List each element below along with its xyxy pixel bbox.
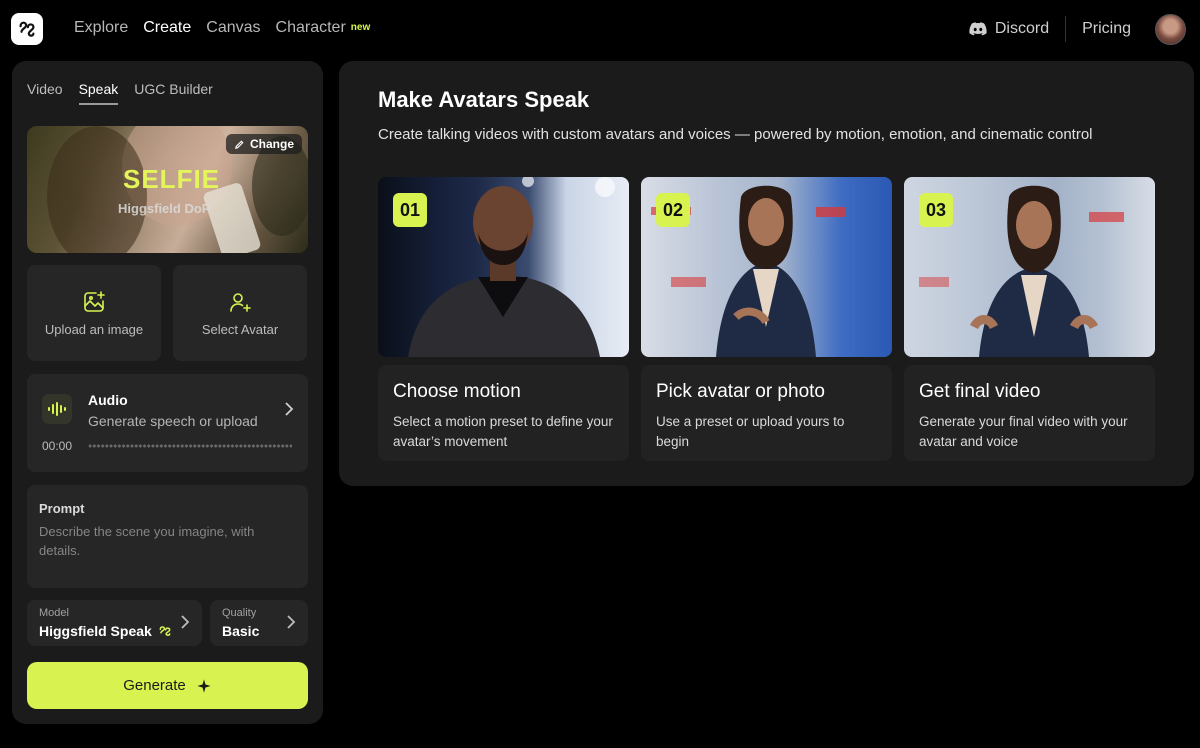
nav-right: Discord Pricing: [969, 13, 1186, 45]
model-value: Higgsfield Speak: [39, 623, 152, 639]
sparkle-icon: [197, 678, 211, 693]
discord-icon: [969, 22, 987, 36]
select-avatar-label: Select Avatar: [201, 321, 279, 337]
nav-divider: [1065, 16, 1067, 42]
tab-video[interactable]: Video: [27, 81, 63, 105]
step-number: 03: [919, 193, 953, 227]
step-description: Use a preset or upload yours to begin: [656, 414, 845, 449]
audio-title: Audio: [88, 392, 128, 408]
nav-character-label: Character: [275, 19, 346, 36]
new-badge: new: [350, 22, 371, 33]
audio-time: 00:00: [42, 439, 73, 453]
step-info: Choose motion Select a motion preset to …: [378, 365, 629, 461]
model-label: Model: [39, 607, 69, 619]
nav-canvas[interactable]: Canvas: [206, 19, 260, 37]
audio-waveform[interactable]: [88, 444, 292, 448]
left-panel: Video Speak UGC Builder Change SELFIE Hi…: [12, 61, 323, 724]
step-description: Generate your final video with your avat…: [919, 414, 1128, 449]
main-panel: Make Avatars Speak Create talking videos…: [339, 61, 1194, 486]
quality-label: Quality: [222, 607, 257, 619]
step-info: Get final video Generate your final vide…: [904, 365, 1155, 461]
step-description: Select a motion preset to define your av…: [393, 414, 613, 449]
mode-tabs: Video Speak UGC Builder: [27, 81, 213, 105]
step-title: Choose motion: [393, 381, 521, 402]
step-number: 02: [656, 193, 690, 227]
tab-ugc-builder[interactable]: UGC Builder: [134, 81, 213, 105]
top-nav: Explore Create Canvas Character new Disco…: [0, 0, 1200, 60]
user-plus-icon: [230, 292, 251, 312]
model-selector[interactable]: Model Higgsfield Speak: [27, 600, 202, 646]
chevron-right-icon: [181, 615, 190, 629]
nav-links: Explore Create Canvas Character new: [74, 19, 370, 37]
pencil-icon: [235, 139, 244, 149]
preset-title: SELFIE: [123, 164, 221, 194]
nav-create[interactable]: Create: [143, 19, 191, 37]
discord-link[interactable]: Discord: [969, 20, 1049, 38]
pricing-link[interactable]: Pricing: [1082, 20, 1131, 38]
audio-subtitle: Generate speech or upload: [88, 413, 258, 429]
upload-image-label: Upload an image: [44, 321, 144, 337]
step-info: Pick avatar or photo Use a preset or upl…: [641, 365, 892, 461]
audio-card[interactable]: Audio Generate speech or upload 00:00: [27, 374, 308, 472]
motion-preset-card[interactable]: Change SELFIE Higgsfield DoP: [27, 126, 308, 253]
generate-label: Generate: [123, 677, 186, 694]
change-preset-button[interactable]: Change: [225, 134, 302, 154]
waveform-icon: [42, 394, 72, 424]
nav-explore[interactable]: Explore: [74, 19, 128, 37]
upload-image-button[interactable]: Upload an image: [27, 265, 161, 361]
image-plus-icon: [84, 290, 105, 312]
quality-value: Basic: [222, 623, 260, 639]
nav-character[interactable]: Character new: [276, 19, 371, 37]
generate-button[interactable]: Generate: [27, 662, 308, 709]
chevron-right-icon: [285, 402, 294, 416]
step-number: 01: [393, 193, 427, 227]
select-avatar-button[interactable]: Select Avatar: [173, 265, 307, 361]
user-avatar[interactable]: [1155, 13, 1186, 45]
model-logo-icon: [159, 626, 171, 636]
step-title: Get final video: [919, 381, 1041, 402]
prompt-input[interactable]: [39, 522, 296, 578]
chevron-right-icon: [287, 615, 296, 629]
page-subtitle: Create talking videos with custom avatar…: [378, 126, 1093, 143]
tab-speak[interactable]: Speak: [78, 81, 119, 105]
page-title: Make Avatars Speak: [378, 87, 590, 112]
logo-icon[interactable]: [11, 13, 43, 45]
step-card-1: 01 Choose motion Select a motion preset …: [378, 177, 629, 461]
prompt-card: Prompt: [27, 485, 308, 588]
prompt-label: Prompt: [39, 501, 85, 516]
change-label: Change: [249, 137, 294, 151]
step-title: Pick avatar or photo: [656, 381, 825, 402]
discord-label: Discord: [994, 20, 1050, 37]
quality-selector[interactable]: Quality Basic: [210, 600, 308, 646]
step-card-3: 03 Get final video Generate your final v…: [904, 177, 1155, 461]
step-card-2: 02 Pick avatar or photo Use a preset or …: [641, 177, 892, 461]
preset-subtitle: Higgsfield DoP: [118, 201, 211, 216]
model-value-row: Higgsfield Speak: [39, 623, 172, 639]
